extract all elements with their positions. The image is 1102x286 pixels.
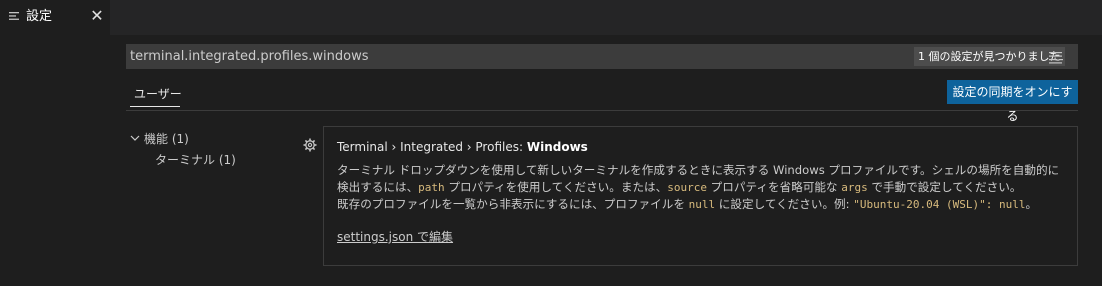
desc-text: 。	[1025, 197, 1038, 211]
code-path: path	[418, 181, 445, 194]
code-source: source	[667, 181, 707, 194]
edit-in-settings-json-link[interactable]: settings.json で編集	[337, 228, 453, 246]
desc-text: プロパティを省略可能な	[707, 180, 842, 194]
toc-item-terminal[interactable]: ターミナル (1)	[155, 151, 236, 169]
setting-description: ターミナル ドロップダウンを使用して新しいターミナルを作成するときに表示する W…	[337, 162, 1062, 213]
desc-text: 既存のプロファイルを一覧から非表示にするには、プロファイルを	[337, 197, 689, 211]
description-line-1: ターミナル ドロップダウンを使用して新しいターミナルを作成するときに表示する W…	[337, 162, 1062, 196]
gear-icon[interactable]	[303, 138, 317, 152]
settings-list-icon	[9, 12, 19, 20]
desc-text: で手動で設定してください。	[867, 180, 1022, 194]
close-icon[interactable]: ✕	[88, 7, 106, 25]
toc-group-features[interactable]: 機能 (1)	[130, 130, 189, 148]
result-count-badge: 1 個の設定が見つかりました	[914, 47, 1065, 66]
turn-on-sync-button[interactable]: 設定の同期をオンにする	[947, 80, 1078, 123]
description-line-2: 既存のプロファイルを一覧から非表示にするには、プロファイルを null に設定し…	[337, 196, 1062, 213]
scope-divider	[126, 110, 1078, 111]
editor-tab-bar: 設定 ✕	[0, 0, 1102, 35]
setting-item-profiles-windows: Terminal › Integrated › Profiles: Window…	[323, 126, 1078, 266]
setting-name: Windows	[526, 140, 588, 154]
desc-text: プロパティを使用してください。または、	[444, 180, 668, 194]
toc-group-label: 機能 (1)	[144, 132, 189, 146]
settings-tab-label: 設定	[26, 9, 53, 24]
settings-search-input[interactable]	[130, 44, 890, 69]
code-args: args	[841, 181, 868, 194]
settings-search-box: 1 個の設定が見つかりました	[126, 44, 1078, 69]
chevron-down-icon	[130, 130, 144, 148]
active-tab-indicator	[130, 106, 180, 107]
filter-list-icon[interactable]	[1048, 49, 1064, 65]
setting-category: Terminal › Integrated › Profiles:	[337, 140, 527, 154]
settings-tab[interactable]: 設定 ✕	[0, 0, 110, 35]
tab-user-scope[interactable]: ユーザー	[130, 84, 188, 108]
desc-text: に設定してください。例:	[715, 197, 854, 211]
setting-title: Terminal › Integrated › Profiles: Window…	[337, 139, 588, 155]
code-null: null	[688, 198, 716, 211]
code-example: "Ubuntu-20.04 (WSL)": null	[853, 198, 1026, 211]
